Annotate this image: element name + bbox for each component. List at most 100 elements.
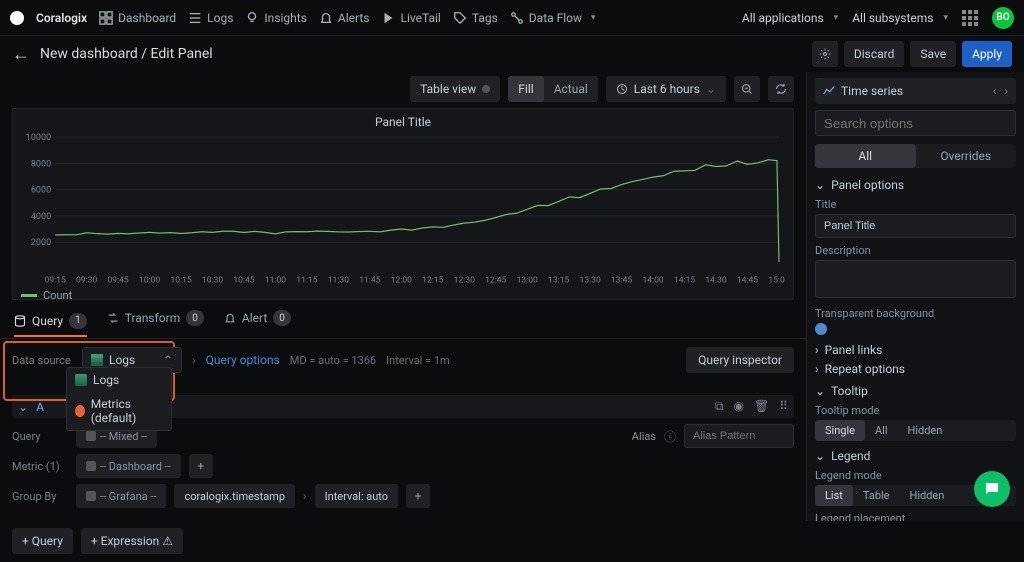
dashboard-pill[interactable]: -- Dashboard -- xyxy=(76,454,181,478)
fill-actual-toggle: Fill Actual xyxy=(508,76,598,102)
chevron-right-icon[interactable]: › xyxy=(1004,84,1008,98)
add-query-button[interactable]: + Query xyxy=(12,528,73,554)
svg-text:12:30: 12:30 xyxy=(454,276,475,286)
add-metric-button[interactable]: + xyxy=(189,454,213,478)
svg-text:15:00: 15:00 xyxy=(768,276,785,286)
actual-seg[interactable]: Actual xyxy=(544,76,598,102)
section-repeat-options[interactable]: ›Repeat options xyxy=(815,362,1016,376)
alias-input[interactable] xyxy=(684,424,794,448)
breadcrumb: New dashboard / Edit Panel xyxy=(40,46,213,62)
settings-button[interactable] xyxy=(812,41,838,67)
apps-dropdown[interactable]: All applications xyxy=(742,11,838,25)
ds-option-logs[interactable]: Logs xyxy=(67,368,171,392)
tab-transform[interactable]: Transform0 xyxy=(107,310,204,332)
tab-alert[interactable]: Alert0 xyxy=(224,310,291,332)
bell-icon xyxy=(319,11,333,25)
tab-all[interactable]: All xyxy=(815,144,916,168)
table-view-toggle[interactable]: Table view xyxy=(410,76,500,102)
svg-text:13:00: 13:00 xyxy=(517,276,538,286)
svg-text:12:15: 12:15 xyxy=(422,276,443,286)
svg-text:4000: 4000 xyxy=(31,212,51,222)
add-groupby-button[interactable]: + xyxy=(406,484,430,508)
legend-table[interactable]: Table xyxy=(853,485,900,506)
toggle-query-icon[interactable]: ◉ xyxy=(733,399,743,414)
query-tabs: Query1 Transform0 Alert0 xyxy=(0,300,806,339)
svg-text:09:15: 09:15 xyxy=(45,276,66,286)
zoom-out-button[interactable] xyxy=(734,76,760,102)
legend-swatch-icon xyxy=(21,294,37,297)
refresh-button[interactable] xyxy=(768,76,794,102)
query-inspector-button[interactable]: Query inspector xyxy=(686,347,794,373)
query-collapse-toggle[interactable]: ⌄ xyxy=(18,400,28,414)
tab-overrides[interactable]: Overrides xyxy=(916,144,1017,168)
grafana-pill[interactable]: -- Grafana -- xyxy=(76,484,166,508)
section-tooltip[interactable]: ⌄Tooltip xyxy=(815,384,1016,398)
viz-picker[interactable]: Time series ‹› xyxy=(815,78,1016,104)
nav-dataflow[interactable]: Data Flow xyxy=(510,11,596,25)
gear-icon xyxy=(819,48,831,60)
query-options-link[interactable]: Query options xyxy=(206,353,280,367)
tab-query[interactable]: Query1 xyxy=(14,313,87,337)
delete-query-icon[interactable]: 🗑 xyxy=(754,399,769,414)
time-range-picker[interactable]: Last 6 hours⌄ xyxy=(606,76,726,102)
legend-hidden[interactable]: Hidden xyxy=(900,485,955,506)
discard-button[interactable]: Discard xyxy=(844,41,905,67)
search-options-input[interactable] xyxy=(815,110,1016,136)
metrics-ds-icon xyxy=(75,405,85,417)
mixed-icon xyxy=(86,431,96,441)
svg-text:6000: 6000 xyxy=(31,186,51,196)
svg-text:13:45: 13:45 xyxy=(611,276,632,286)
panel-title-input[interactable] xyxy=(815,214,1016,238)
datasource-dropdown: Logs Metrics (default) xyxy=(66,367,172,431)
metric-field-label: Metric (1) xyxy=(12,460,68,473)
add-expression-button[interactable]: + Expression ⚠ xyxy=(81,528,183,554)
nav-logs[interactable]: Logs xyxy=(188,11,233,25)
section-legend[interactable]: ⌄Legend xyxy=(815,449,1016,463)
nav-dashboard[interactable]: Dashboard xyxy=(99,11,176,25)
chat-icon xyxy=(983,480,1001,498)
svg-text:12:45: 12:45 xyxy=(485,276,506,286)
nav-tags[interactable]: Tags xyxy=(453,11,498,25)
avatar[interactable]: BO xyxy=(992,7,1014,29)
alias-info-icon[interactable]: ⓘ xyxy=(664,428,676,445)
nav-livetail[interactable]: LiveTail xyxy=(381,11,440,25)
sub-bar: ← New dashboard / Edit Panel Discard Sav… xyxy=(0,36,1024,72)
svg-text:11:00: 11:00 xyxy=(265,276,286,286)
query-editor: Data source Logs ⌃ › Query options MD = … xyxy=(0,339,806,520)
ds-option-metrics[interactable]: Metrics (default) xyxy=(67,392,171,430)
tooltip-hidden[interactable]: Hidden xyxy=(898,420,953,441)
tooltip-single[interactable]: Single xyxy=(815,420,865,441)
apply-button[interactable]: Apply xyxy=(962,41,1012,67)
fill-seg[interactable]: Fill xyxy=(508,76,543,102)
nav-alerts[interactable]: Alerts xyxy=(319,11,370,25)
legend-list[interactable]: List xyxy=(815,485,853,506)
back-arrow-icon[interactable]: ← xyxy=(12,44,30,65)
database-icon xyxy=(14,315,26,327)
chevron-left-icon[interactable]: ‹ xyxy=(993,84,997,98)
panel-toolbar: Table view Fill Actual Last 6 hours⌄ xyxy=(0,72,806,108)
drag-query-icon[interactable]: ⠿ xyxy=(779,399,788,414)
svg-text:11:45: 11:45 xyxy=(359,276,380,286)
chat-bubble[interactable] xyxy=(974,471,1010,507)
svg-text:10:00: 10:00 xyxy=(139,276,160,286)
panel-desc-input[interactable] xyxy=(815,260,1016,298)
duplicate-query-icon[interactable]: ⧉ xyxy=(715,399,724,414)
svg-text:14:30: 14:30 xyxy=(705,276,726,286)
tooltip-all[interactable]: All xyxy=(865,420,898,441)
subs-dropdown[interactable]: All subsystems xyxy=(852,11,948,25)
svg-text:10000: 10000 xyxy=(26,133,51,143)
chart-body[interactable]: 20004000600080001000009:1509:3009:4510:0… xyxy=(21,133,785,287)
section-panel-options[interactable]: ⌄Panel options xyxy=(815,178,1016,192)
transparent-toggle[interactable] xyxy=(815,323,827,335)
save-button[interactable]: Save xyxy=(910,41,956,67)
dashboard-icon xyxy=(86,461,96,471)
apps-grid-icon[interactable] xyxy=(962,10,978,26)
section-panel-links[interactable]: ›Panel links xyxy=(815,343,1016,357)
options-panel: Time series ‹› All Overrides ⌄Panel opti… xyxy=(806,72,1024,521)
interval-pill[interactable]: Interval: auto xyxy=(315,484,398,508)
svg-text:14:00: 14:00 xyxy=(642,276,663,286)
timestamp-pill[interactable]: coralogix.timestamp xyxy=(174,484,295,508)
nav-insights[interactable]: Insights xyxy=(245,11,306,25)
title-label: Title xyxy=(815,198,1016,211)
grid-icon xyxy=(99,11,113,25)
